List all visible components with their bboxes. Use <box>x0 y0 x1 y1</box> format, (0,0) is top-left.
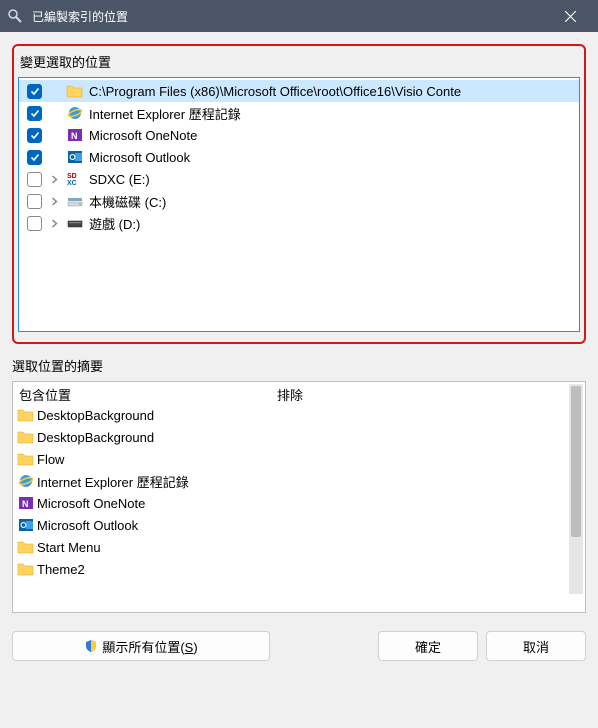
summary-group: 選取位置的摘要 包含位置 排除 DesktopBackgroundDesktop… <box>12 356 586 613</box>
chevron-right-icon <box>50 219 59 228</box>
change-locations-label: 變更選取的位置 <box>18 50 580 77</box>
scrollbar-thumb[interactable] <box>571 386 581 537</box>
tree-item-label: SDXC (E:) <box>89 172 150 187</box>
change-locations-group: 變更選取的位置 C:\Program Files (x86)\Microsoft… <box>12 44 586 344</box>
summary-item-label: Theme2 <box>37 562 85 577</box>
location-checkbox[interactable] <box>27 128 42 143</box>
summary-row[interactable]: Theme2 <box>13 558 271 580</box>
sdxc-icon: SDXC <box>66 170 84 188</box>
indexed-locations-dialog: 已編製索引的位置 變更選取的位置 C:\Program Files (x86)\… <box>0 0 598 728</box>
location-checkbox[interactable] <box>27 150 42 165</box>
app-icon <box>8 8 24 24</box>
folder-icon <box>17 450 35 468</box>
location-checkbox[interactable] <box>27 106 42 121</box>
svg-text:N: N <box>22 499 29 509</box>
summary-item-label: Internet Explorer 歷程記錄 <box>37 472 189 491</box>
svg-text:XC: XC <box>67 180 77 187</box>
summary-row[interactable]: Microsoft Outlook <box>13 514 271 536</box>
summary-item-label: Start Menu <box>37 540 101 555</box>
summary-item-label: DesktopBackground <box>37 408 154 423</box>
dialog-buttons: 顯示所有位置(S) 確定 取消 <box>12 625 586 663</box>
folder-icon <box>17 538 35 556</box>
folder-icon <box>17 560 35 578</box>
summary-row[interactable]: Internet Explorer 歷程記錄 <box>13 470 271 492</box>
ie-icon <box>66 104 84 122</box>
summary-row[interactable]: Start Menu <box>13 536 271 558</box>
summary-row[interactable]: Flow <box>13 448 271 470</box>
tree-row[interactable]: SDXC SDXC (E:) <box>19 168 579 190</box>
location-checkbox[interactable] <box>27 216 42 231</box>
expand-toggle[interactable] <box>47 175 61 184</box>
outlook-icon <box>17 516 35 534</box>
vertical-scrollbar[interactable] <box>569 384 583 594</box>
column-excluded[interactable]: 排除 <box>271 382 585 404</box>
location-checkbox[interactable] <box>27 194 42 209</box>
tree-item-label: C:\Program Files (x86)\Microsoft Office\… <box>89 84 461 99</box>
summary-row[interactable]: N Microsoft OneNote <box>13 492 271 514</box>
show-all-label: 顯示所有位置(S) <box>102 637 197 656</box>
tree-item-label: 本機磁碟 (C:) <box>89 192 166 211</box>
summary-list-box: 包含位置 排除 DesktopBackgroundDesktopBackgrou… <box>12 381 586 613</box>
tree-row[interactable]: N Microsoft OneNote <box>19 124 579 146</box>
outlook-icon <box>66 148 84 166</box>
window-title: 已編製索引的位置 <box>32 8 550 25</box>
show-all-locations-button[interactable]: 顯示所有位置(S) <box>12 631 270 661</box>
expand-toggle[interactable] <box>47 219 61 228</box>
tree-row[interactable]: 本機磁碟 (C:) <box>19 190 579 212</box>
tree-item-label: Internet Explorer 歷程記錄 <box>89 104 241 123</box>
titlebar: 已編製索引的位置 <box>0 0 598 32</box>
tree-row[interactable]: Microsoft Outlook <box>19 146 579 168</box>
summary-body[interactable]: DesktopBackground DesktopBackground Flow In… <box>13 404 585 612</box>
folder-icon <box>66 82 84 100</box>
svg-text:N: N <box>71 131 78 141</box>
summary-item-label: Flow <box>37 452 64 467</box>
chevron-right-icon <box>50 197 59 206</box>
folder-icon <box>17 406 35 424</box>
onenote-icon: N <box>66 126 84 144</box>
ie-icon <box>17 472 35 490</box>
location-checkbox[interactable] <box>27 172 42 187</box>
summary-item-label: DesktopBackground <box>37 430 154 445</box>
tree-item-label: Microsoft OneNote <box>89 128 197 143</box>
summary-label: 選取位置的摘要 <box>12 356 586 381</box>
close-button[interactable] <box>550 0 590 32</box>
tree-item-label: Microsoft Outlook <box>89 150 190 165</box>
chevron-right-icon <box>50 175 59 184</box>
drive-icon <box>66 192 84 210</box>
svg-text:SD: SD <box>67 173 77 180</box>
tree-row[interactable]: Internet Explorer 歷程記錄 <box>19 102 579 124</box>
column-included[interactable]: 包含位置 <box>13 382 271 404</box>
summary-row[interactable]: DesktopBackground <box>13 404 271 426</box>
shield-icon <box>84 639 98 653</box>
summary-item-label: Microsoft Outlook <box>37 518 138 533</box>
summary-item-label: Microsoft OneNote <box>37 496 145 511</box>
cancel-button[interactable]: 取消 <box>486 631 586 661</box>
locations-tree[interactable]: C:\Program Files (x86)\Microsoft Office\… <box>18 77 580 332</box>
tree-row[interactable]: C:\Program Files (x86)\Microsoft Office\… <box>19 80 579 102</box>
tree-row[interactable]: 遊戲 (D:) <box>19 212 579 234</box>
onenote-icon: N <box>17 494 35 512</box>
folder-icon <box>17 428 35 446</box>
expand-toggle[interactable] <box>47 197 61 206</box>
summary-row[interactable]: DesktopBackground <box>13 426 271 448</box>
summary-header: 包含位置 排除 <box>13 382 585 404</box>
tree-item-label: 遊戲 (D:) <box>89 214 140 233</box>
drive2-icon <box>66 214 84 232</box>
ok-button[interactable]: 確定 <box>378 631 478 661</box>
location-checkbox[interactable] <box>27 84 42 99</box>
